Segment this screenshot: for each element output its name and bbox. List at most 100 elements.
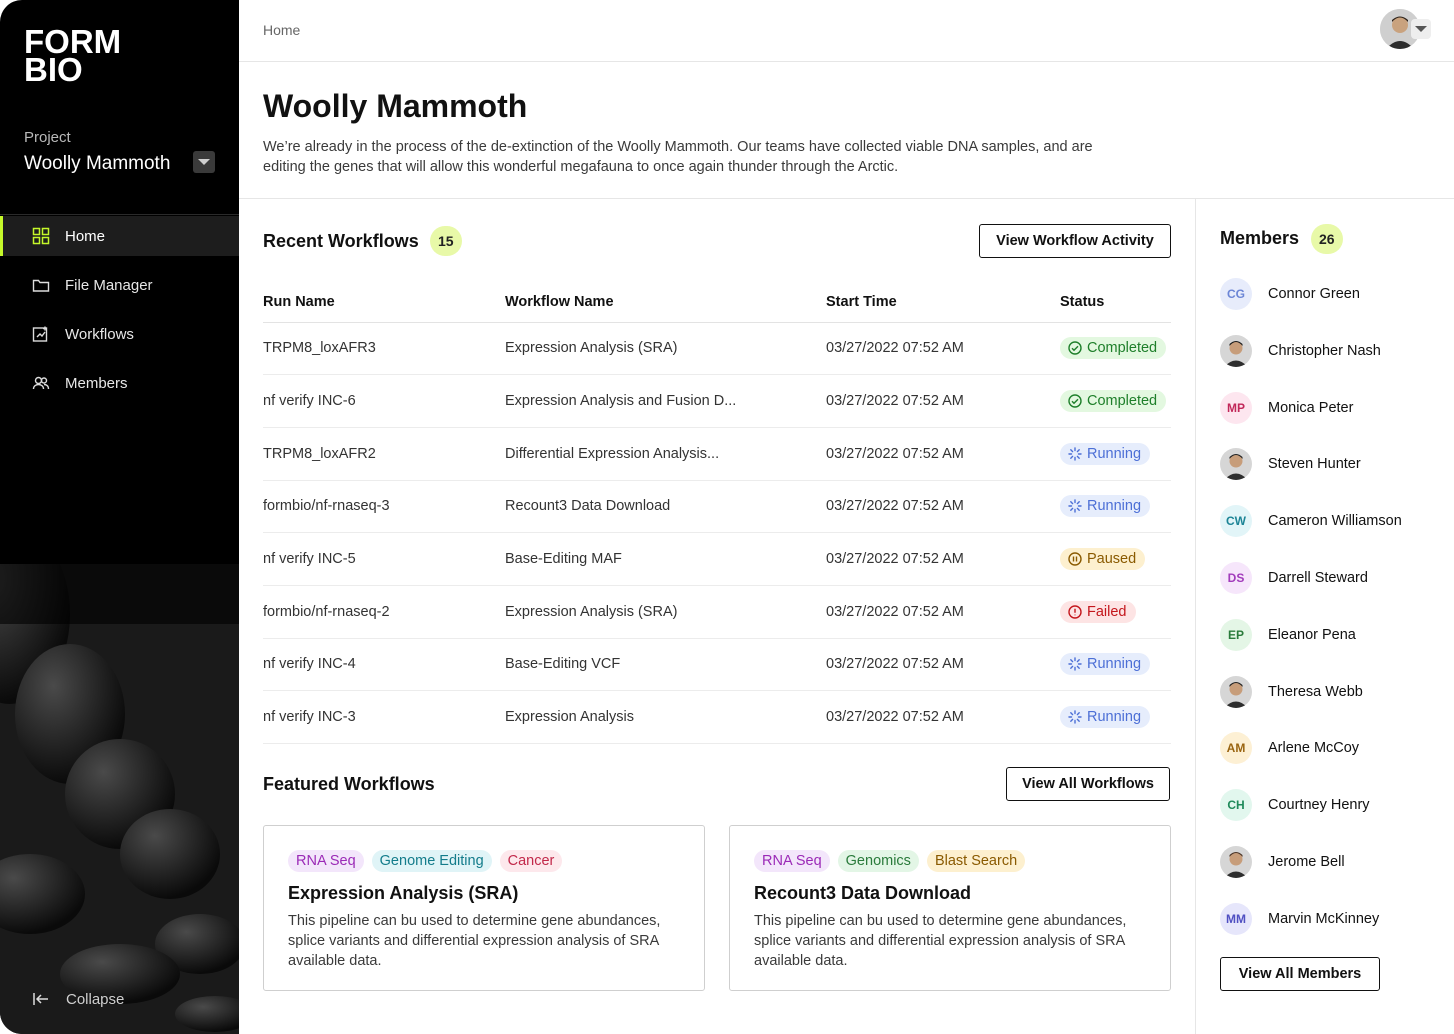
cell-workflow-name: Recount3 Data Download xyxy=(505,480,826,534)
column-header-status[interactable]: Status xyxy=(1060,282,1171,323)
tag-list: RNA Seq Genomics Blast Search xyxy=(754,850,1026,872)
card-title: Expression Analysis (SRA) xyxy=(288,883,519,903)
table-row[interactable]: TRPM8_loxAFR3 Expression Analysis (SRA) 03… xyxy=(263,322,1171,376)
member-item[interactable]: Theresa Webb xyxy=(1220,675,1363,708)
sidebar: FORM BIO Project Woolly Mammoth Home Fil… xyxy=(0,0,239,1034)
status-badge: Completed xyxy=(1060,390,1167,413)
table-row[interactable]: nf verify INC-5 Base-Editing MAF 03/27/202… xyxy=(263,532,1171,586)
page-title: Woolly Mammoth xyxy=(263,88,528,124)
member-item[interactable]: Christopher Nash xyxy=(1220,334,1381,367)
member-item[interactable]: Jerome Bell xyxy=(1220,846,1345,878)
collapse-button[interactable]: Collapse xyxy=(32,990,124,1008)
view-workflow-activity-button[interactable]: View Workflow Activity xyxy=(979,224,1171,258)
member-item[interactable]: Steven Hunter xyxy=(1220,448,1361,481)
sidebar-item-workflows[interactable]: Workflows xyxy=(0,314,239,354)
column-header-run-name[interactable]: Run Name xyxy=(263,282,505,323)
spinner-icon xyxy=(1068,447,1082,461)
cell-run-name[interactable]: formbio/nf-rnaseq-2 xyxy=(263,585,505,639)
table-row[interactable]: nf verify INC-3 Expression Analysis 03/27/… xyxy=(263,690,1171,744)
cell-run-name[interactable]: nf verify INC-3 xyxy=(263,690,505,744)
status-badge: Failed xyxy=(1060,600,1136,623)
cell-run-name[interactable]: formbio/nf-rnaseq-3 xyxy=(263,480,505,534)
view-all-members-button[interactable]: View All Members xyxy=(1220,957,1380,991)
tag[interactable]: Cancer xyxy=(499,850,563,872)
cell-start-time: 03/27/2022 07:52 AM xyxy=(826,480,1060,534)
check-circle-icon xyxy=(1068,394,1082,408)
status-label: Running xyxy=(1087,656,1142,673)
column-header-start-time[interactable]: Start Time xyxy=(826,282,1060,323)
card-description: This pipeline can bu used to determine g… xyxy=(754,913,1127,969)
brand-line2: BIO xyxy=(24,51,83,88)
sidebar-item-label: Members xyxy=(65,374,128,392)
member-name: Jerome Bell xyxy=(1268,854,1345,870)
sidebar-item-file-manager[interactable]: File Manager xyxy=(0,265,239,305)
table-row[interactable]: formbio/nf-rnaseq-2 Expression Analysis (… xyxy=(263,585,1171,639)
cell-workflow-name: Expression Analysis and Fusion D... xyxy=(505,374,826,428)
member-item[interactable]: CW Cameron Williamson xyxy=(1220,505,1402,538)
chevron-down-icon[interactable] xyxy=(193,151,215,173)
cell-run-name[interactable]: nf verify INC-4 xyxy=(263,638,505,692)
cell-run-name[interactable]: TRPM8_loxAFR3 xyxy=(263,322,505,376)
featured-card-expression-analysis[interactable]: RNA Seq Genome Editing Cancer Expression A… xyxy=(263,825,705,991)
column-divider xyxy=(1195,199,1196,1034)
card-title: Recount3 Data Download xyxy=(754,883,972,903)
member-name: Arlene McCoy xyxy=(1268,740,1360,757)
table-row[interactable]: nf verify INC-6 Expression Analysis and F… xyxy=(263,374,1171,428)
project-name: Woolly Mammoth xyxy=(24,153,171,174)
sidebar-item-home[interactable]: Home xyxy=(0,216,239,256)
column-header-workflow-name[interactable]: Workflow Name xyxy=(505,282,826,323)
avatar: DS xyxy=(1220,562,1252,594)
breadcrumb[interactable]: Home xyxy=(263,22,300,38)
avatar xyxy=(1220,846,1252,878)
member-item[interactable]: CH Courtney Henry xyxy=(1220,789,1370,822)
table-row[interactable]: TRPM8_loxAFR2 Differential Expression Ana… xyxy=(263,427,1171,481)
featured-card-recount3[interactable]: RNA Seq Genomics Blast Search Recount3 Dat… xyxy=(729,825,1171,991)
chevron-down-icon[interactable] xyxy=(1411,19,1431,39)
project-switcher[interactable]: Project Woolly Mammoth xyxy=(24,129,170,175)
view-all-workflows-button[interactable]: View All Workflows xyxy=(1006,767,1170,801)
cell-run-name[interactable]: nf verify INC-6 xyxy=(263,374,505,428)
status-label: Running xyxy=(1087,498,1142,515)
tag[interactable]: RNA Seq xyxy=(288,850,364,872)
tag-list: RNA Seq Genome Editing Cancer xyxy=(288,850,563,872)
cell-start-time: 03/27/2022 07:52 AM xyxy=(826,322,1060,376)
sidebar-item-label: File Manager xyxy=(65,276,153,294)
cell-run-name[interactable]: TRPM8_loxAFR2 xyxy=(263,427,505,481)
member-item[interactable]: AM Arlene McCoy xyxy=(1220,732,1360,765)
cell-status: Running xyxy=(1060,427,1171,481)
member-item[interactable]: MM Marvin McKinney xyxy=(1220,902,1379,935)
tag[interactable]: Genome Editing xyxy=(371,850,492,872)
cell-status: Running xyxy=(1060,638,1171,692)
cell-run-name[interactable]: nf verify INC-5 xyxy=(263,532,505,586)
member-item[interactable]: CG Connor Green xyxy=(1220,278,1360,310)
member-item[interactable]: EP Eleanor Pena xyxy=(1220,618,1356,651)
member-item[interactable]: DS Darrell Steward xyxy=(1220,562,1368,594)
collapse-label: Collapse xyxy=(66,990,125,1008)
sidebar-item-members[interactable]: Members xyxy=(0,363,239,403)
status-badge: Paused xyxy=(1060,548,1146,571)
status-label: Running xyxy=(1087,709,1142,726)
avatar: CG xyxy=(1220,278,1252,310)
recent-workflows-count: 15 xyxy=(430,226,462,256)
tag[interactable]: Blast Search xyxy=(926,850,1026,872)
folder-icon xyxy=(32,276,50,294)
tag[interactable]: Genomics xyxy=(837,850,919,872)
cell-workflow-name: Expression Analysis (SRA) xyxy=(505,322,826,376)
cell-status: Completed xyxy=(1060,322,1171,376)
check-circle-icon xyxy=(1068,341,1082,356)
status-badge: Running xyxy=(1060,653,1151,676)
cell-workflow-name: Base-Editing VCF xyxy=(505,638,826,692)
table-row[interactable]: nf verify INC-4 Base-Editing VCF 03/27/202… xyxy=(263,638,1171,692)
sidebar-decoration xyxy=(0,334,239,1034)
brand-logo: FORM BIO xyxy=(24,25,121,88)
status-label: Running xyxy=(1087,445,1142,462)
cell-workflow-name: Expression Analysis xyxy=(505,690,826,744)
project-label: Project xyxy=(24,129,71,146)
status-badge: Running xyxy=(1060,495,1151,518)
status-label: Paused xyxy=(1087,551,1137,568)
table-row[interactable]: formbio/nf-rnaseq-3 Recount3 Data Downloa… xyxy=(263,480,1171,534)
status-badge: Running xyxy=(1060,442,1151,465)
tag[interactable]: RNA Seq xyxy=(754,850,830,872)
member-item[interactable]: MP Monica Peter xyxy=(1220,391,1353,424)
member-name: Cameron Williamson xyxy=(1268,513,1402,530)
